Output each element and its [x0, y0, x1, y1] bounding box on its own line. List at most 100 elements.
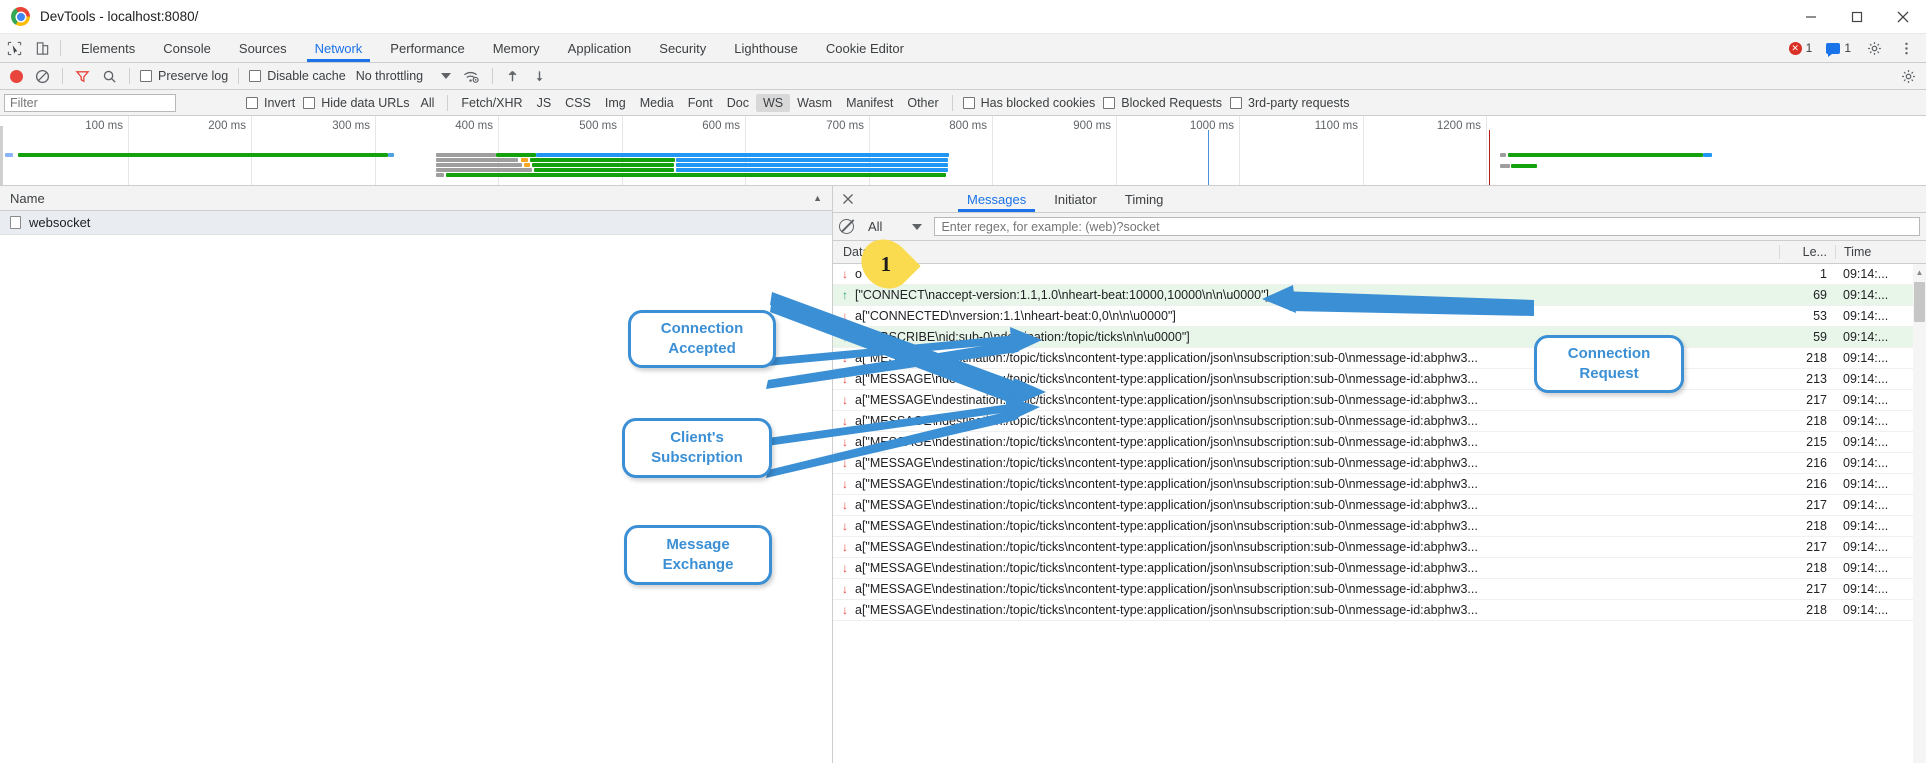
message-data-cell: ↓a["MESSAGE\ndestination:/topic/ticks\nc… [833, 435, 1779, 449]
scrollbar-up-icon[interactable]: ▲ [1913, 265, 1926, 279]
has-blocked-cookies-checkbox[interactable]: Has blocked cookies [959, 96, 1100, 110]
message-row[interactable]: ↓a["MESSAGE\ndestination:/topic/ticks\nc… [833, 558, 1926, 579]
message-row[interactable]: ↓o109:14:... [833, 264, 1926, 285]
message-row[interactable]: ↓a["MESSAGE\ndestination:/topic/ticks\nc… [833, 516, 1926, 537]
arrow-down-icon: ↓ [841, 373, 849, 385]
message-row[interactable]: ↑["CONNECT\naccept-version:1.1,1.0\nhear… [833, 285, 1926, 306]
filter-type-css[interactable]: CSS [558, 94, 598, 112]
maximize-button[interactable] [1834, 0, 1880, 34]
filter-type-all[interactable]: All [414, 94, 442, 112]
more-options-icon[interactable] [1892, 41, 1920, 56]
message-row[interactable]: ↓a["MESSAGE\ndestination:/topic/ticks\nc… [833, 579, 1926, 600]
message-row[interactable]: ↓a["MESSAGE\ndestination:/topic/ticks\nc… [833, 411, 1926, 432]
device-toolbar-icon[interactable] [28, 34, 56, 62]
inspect-element-icon[interactable] [0, 34, 28, 62]
error-badge[interactable]: ✕ 1 [1784, 41, 1818, 55]
network-conditions-icon[interactable] [457, 63, 486, 90]
request-list-header[interactable]: Name ▲ [0, 186, 832, 211]
blocked-requests-checkbox[interactable]: Blocked Requests [1099, 96, 1226, 110]
throttling-select[interactable]: No throttling [350, 69, 457, 83]
network-settings-gear-icon[interactable] [1895, 63, 1922, 90]
message-row[interactable]: ↓a["MESSAGE\ndestination:/topic/ticks\nc… [833, 390, 1926, 411]
message-row[interactable]: ↓a["MESSAGE\ndestination:/topic/ticks\nc… [833, 495, 1926, 516]
message-data-text: a["MESSAGE\ndestination:/topic/ticks\nco… [855, 582, 1478, 596]
column-header-length[interactable]: Le... [1779, 245, 1835, 259]
filter-type-font[interactable]: Font [681, 94, 720, 112]
hide-data-urls-checkbox[interactable]: Hide data URLs [299, 96, 413, 110]
tab-memory[interactable]: Memory [479, 34, 554, 62]
filter-type-doc[interactable]: Doc [720, 94, 756, 112]
filter-type-img[interactable]: Img [598, 94, 633, 112]
clear-button[interactable] [29, 63, 56, 90]
filter-input[interactable] [4, 94, 176, 112]
tab-console[interactable]: Console [149, 34, 225, 62]
filter-type-js[interactable]: JS [530, 94, 559, 112]
minimize-button[interactable] [1788, 0, 1834, 34]
message-time-cell: 09:14:... [1835, 456, 1913, 470]
tab-elements[interactable]: Elements [67, 34, 149, 62]
overview-request-bar [676, 168, 948, 172]
tab-initiator[interactable]: Initiator [1040, 186, 1111, 212]
tab-performance[interactable]: Performance [376, 34, 478, 62]
column-header-time[interactable]: Time [1835, 245, 1913, 259]
message-data-text: a["MESSAGE\ndestination:/topic/ticks\nco… [855, 498, 1478, 512]
scrollbar-thumb[interactable] [1914, 282, 1925, 322]
tab-lighthouse[interactable]: Lighthouse [720, 34, 812, 62]
message-length-cell: 215 [1779, 435, 1835, 449]
tab-security[interactable]: Security [645, 34, 720, 62]
regex-filter-input[interactable] [934, 217, 1920, 236]
overview-tick-900ms: 900 ms [1073, 120, 1116, 132]
preserve-log-checkbox[interactable]: Preserve log [136, 69, 232, 83]
throttling-value: No throttling [356, 69, 423, 83]
tab-messages[interactable]: Messages [953, 186, 1040, 212]
close-details-icon[interactable] [833, 186, 863, 212]
disable-cache-checkbox[interactable]: Disable cache [245, 69, 350, 83]
messages-scrollbar[interactable]: ▲ [1913, 264, 1926, 763]
filter-type-ws[interactable]: WS [756, 94, 790, 112]
filter-type-fetch-xhr[interactable]: Fetch/XHR [454, 94, 529, 112]
filter-type-other[interactable]: Other [900, 94, 945, 112]
filter-type-media[interactable]: Media [633, 94, 681, 112]
tab-cookie-editor[interactable]: Cookie Editor [812, 34, 918, 62]
third-party-requests-checkbox[interactable]: 3rd-party requests [1226, 96, 1353, 110]
overview-request-bar [676, 158, 948, 162]
network-overview-timeline[interactable]: 100 ms 200 ms 300 ms 400 ms 500 ms 600 m… [0, 116, 1926, 186]
message-badge[interactable]: 1 [1821, 41, 1856, 55]
message-row[interactable]: ↓a["MESSAGE\ndestination:/topic/ticks\nc… [833, 348, 1926, 369]
message-row[interactable]: ↓a["MESSAGE\ndestination:/topic/ticks\nc… [833, 537, 1926, 558]
message-row[interactable]: ↓a["MESSAGE\ndestination:/topic/ticks\nc… [833, 432, 1926, 453]
tab-network[interactable]: Network [301, 34, 377, 62]
message-data-text: a["MESSAGE\ndestination:/topic/ticks\nco… [855, 393, 1478, 407]
message-row[interactable]: ↓a["MESSAGE\ndestination:/topic/ticks\nc… [833, 600, 1926, 621]
tab-timing[interactable]: Timing [1111, 186, 1178, 212]
export-har-icon[interactable] [526, 63, 553, 90]
message-row[interactable]: ↓a["CONNECTED\nversion:1.1\nheart-beat:0… [833, 306, 1926, 327]
message-time-cell: 09:14:... [1835, 372, 1913, 386]
close-button[interactable] [1880, 0, 1926, 34]
filter-type-manifest[interactable]: Manifest [839, 94, 900, 112]
clear-messages-icon[interactable] [839, 219, 854, 234]
message-row[interactable]: ↓a["MESSAGE\ndestination:/topic/ticks\nc… [833, 369, 1926, 390]
overview-request-bar [521, 158, 528, 162]
column-header-data[interactable]: Data [833, 245, 1779, 259]
message-type-select[interactable]: All [868, 219, 922, 234]
filter-funnel-icon[interactable] [69, 63, 96, 90]
tab-label: Application [568, 41, 632, 56]
message-time-cell: 09:14:... [1835, 393, 1913, 407]
import-har-icon[interactable] [499, 63, 526, 90]
overview-request-bar [436, 163, 522, 167]
message-row[interactable]: ↓a["MESSAGE\ndestination:/topic/ticks\nc… [833, 453, 1926, 474]
message-row[interactable]: ↑["SUBSCRIBE\nid:sub-0\ndestination:/top… [833, 327, 1926, 348]
message-data-text: a["MESSAGE\ndestination:/topic/ticks\nco… [855, 561, 1478, 575]
tab-sources[interactable]: Sources [225, 34, 301, 62]
record-button[interactable] [4, 63, 29, 90]
message-row[interactable]: ↓a["MESSAGE\ndestination:/topic/ticks\nc… [833, 474, 1926, 495]
overview-request-bar [446, 173, 946, 177]
request-row-websocket[interactable]: websocket [0, 211, 832, 235]
search-icon[interactable] [96, 63, 123, 90]
filter-type-wasm[interactable]: Wasm [790, 94, 839, 112]
gear-icon[interactable] [1860, 41, 1888, 56]
tab-application[interactable]: Application [554, 34, 646, 62]
message-data-text: a["MESSAGE\ndestination:/topic/ticks\nco… [855, 456, 1478, 470]
invert-checkbox[interactable]: Invert [242, 96, 299, 110]
